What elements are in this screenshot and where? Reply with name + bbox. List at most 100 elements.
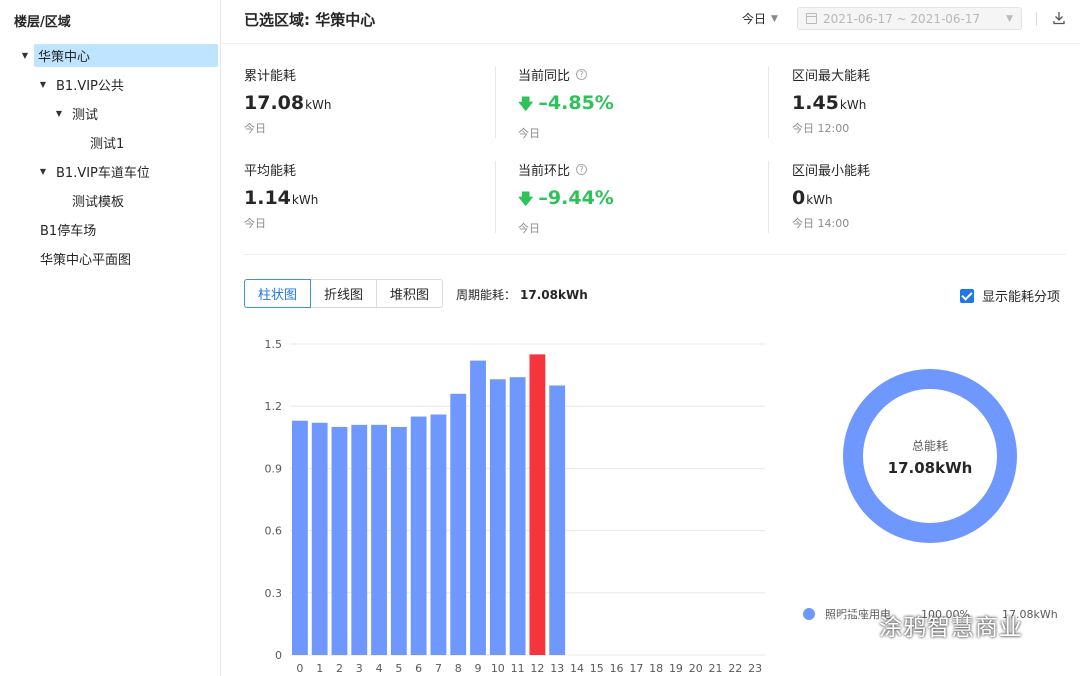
tree-node-label: 测试1 — [90, 137, 125, 152]
stat-label: 当前环比 — [518, 164, 571, 179]
stat-value: 17.08 — [244, 92, 305, 114]
help-icon[interactable]: ? — [576, 164, 588, 175]
tab-stacked-chart[interactable]: 堆积图 — [376, 279, 443, 308]
stat-divider — [768, 161, 769, 233]
tree-node[interactable]: ▼ 测试 — [0, 99, 221, 128]
period-total-label: 周期能耗： — [456, 288, 517, 302]
tree-node-label: 测试模板 — [72, 195, 125, 210]
x-tick-label: 9 — [475, 662, 482, 675]
tree-node[interactable]: ▼ B1.VIP车道车位 — [0, 157, 221, 186]
tree-node[interactable]: ▼B1停车场 — [0, 215, 221, 244]
stat-label: 区间最大能耗 — [792, 69, 871, 84]
caret-down-icon[interactable]: ▼ — [52, 109, 66, 118]
donut-center-label: 总能耗 — [912, 439, 948, 453]
x-tick-label: 8 — [455, 662, 462, 675]
stat-mom: 当前环比? 🡇 –9.44% 今日 — [518, 160, 758, 236]
y-tick-label: 0.9 — [265, 462, 283, 475]
stat-period: 今日 — [518, 222, 540, 235]
tree-node[interactable]: ▼ B1.VIP公共 — [0, 70, 221, 99]
bar — [390, 426, 407, 655]
caret-down-icon[interactable]: ▼ — [36, 167, 50, 176]
x-tick-label: 12 — [530, 662, 544, 675]
bar — [549, 385, 566, 655]
stat-yoy: 当前同比? 🡇 –4.85% 今日 — [518, 65, 758, 141]
period-total: 周期能耗： 17.08kWh — [456, 286, 588, 303]
sidebar-title: 楼层/区域 — [14, 15, 71, 30]
y-tick-label: 0.6 — [265, 525, 283, 538]
y-tick-label: 1.2 — [265, 400, 283, 413]
date-range-picker[interactable]: 2021-06-17 ~ 2021-06-17 ▼ — [797, 7, 1022, 30]
sidebar: 楼层/区域 ▼华策中心▼B1.VIP公共▼测试▼测试1▼B1.VIP车道车位▼测… — [0, 0, 221, 676]
stat-unit: kWh — [305, 98, 332, 112]
caret-down-icon[interactable]: ▼ — [36, 80, 50, 89]
tree-node[interactable]: ▼测试模板 — [0, 186, 221, 215]
tree-node[interactable]: ▼ 华策中心 — [0, 41, 221, 70]
app-root: 楼层/区域 ▼华策中心▼B1.VIP公共▼测试▼测试1▼B1.VIP车道车位▼测… — [0, 0, 1080, 676]
tree-node-label: 华策中心 — [34, 44, 218, 67]
x-tick-label: 2 — [336, 662, 343, 675]
bar — [410, 416, 427, 655]
caret-down-icon[interactable]: ▼ — [18, 51, 32, 60]
energy-breakdown-donut: 总能耗 17.08kWh — [843, 369, 1017, 543]
stat-max-energy: 区间最大能耗 1.45 kWh 今日 12:00 — [792, 65, 1032, 136]
x-tick-label: 23 — [748, 662, 762, 675]
stat-total-energy: 累计能耗 17.08 kWh 今日 — [244, 65, 484, 136]
show-items-toggle[interactable]: 显示能耗分项 — [960, 286, 1060, 305]
header-divider — [1036, 12, 1037, 26]
period-select-value: 今日 — [742, 12, 767, 26]
donut-slice — [843, 369, 1017, 543]
help-icon[interactable]: ? — [576, 69, 588, 80]
tree-node-label: B1.VIP公共 — [56, 79, 124, 94]
x-tick-label: 3 — [356, 662, 363, 675]
bar — [509, 377, 526, 655]
watermark: 涂鸦智慧商业 — [835, 608, 1023, 642]
tab-bar-chart[interactable]: 柱状图 — [244, 279, 311, 308]
header: 已选区域: 华策中心 今日 ▼ 2021-06-17 ~ 2021-06-17 … — [222, 0, 1080, 44]
y-tick-label: 0 — [275, 649, 282, 662]
bar — [470, 360, 486, 655]
x-tick-label: 1 — [316, 662, 323, 675]
bar — [489, 379, 506, 655]
x-tick-label: 6 — [415, 662, 422, 675]
stat-value: 1.14 — [244, 187, 291, 209]
section-divider — [244, 254, 1066, 255]
tree-node-label: B1.VIP车道车位 — [56, 166, 150, 181]
arrow-down-icon: 🡇 — [518, 190, 534, 208]
stat-divider — [495, 66, 496, 138]
legend-dot — [803, 608, 815, 620]
period-select[interactable]: 今日 ▼ — [742, 10, 778, 27]
x-tick-label: 10 — [491, 662, 505, 675]
stat-period: 今日 12:00 — [792, 122, 850, 135]
x-tick-label: 20 — [689, 662, 703, 675]
tab-line-chart[interactable]: 折线图 — [310, 279, 377, 308]
stat-label: 当前同比 — [518, 69, 571, 84]
stat-unit: kWh — [806, 193, 833, 207]
tree-node-label: B1停车场 — [40, 224, 97, 239]
watermark-text: 涂鸦智慧商业 — [879, 615, 1023, 641]
bar — [371, 424, 387, 655]
stat-period: 今日 — [244, 122, 266, 135]
stat-period: 今日 — [244, 217, 266, 230]
tree-node-label: 华策中心平面图 — [40, 253, 132, 268]
stat-min-energy: 区间最小能耗 0 kWh 今日 14:00 — [792, 160, 1032, 231]
period-total-value: 17.08kWh — [520, 288, 588, 302]
chart-type-tabs: 柱状图 折线图 堆积图 — [244, 279, 443, 308]
y-tick-label: 1.5 — [265, 338, 283, 351]
wechat-logo-icon — [837, 612, 870, 637]
download-icon[interactable] — [1052, 10, 1066, 26]
stat-unit: kWh — [291, 193, 319, 207]
chevron-down-icon: ▼ — [1006, 13, 1013, 24]
bar — [351, 424, 368, 655]
x-tick-label: 4 — [376, 662, 383, 675]
tree-node[interactable]: ▼华策中心平面图 — [0, 244, 221, 273]
checkbox-checked-icon[interactable] — [960, 288, 974, 303]
x-tick-label: 5 — [395, 662, 402, 675]
bar — [450, 393, 467, 655]
bar — [331, 426, 348, 655]
x-tick-label: 19 — [669, 662, 683, 675]
tree-node[interactable]: ▼测试1 — [0, 128, 221, 157]
stat-label: 区间最小能耗 — [792, 164, 871, 179]
x-tick-label: 15 — [590, 662, 604, 675]
x-tick-label: 14 — [570, 662, 584, 675]
stat-value: 0 — [792, 187, 806, 209]
